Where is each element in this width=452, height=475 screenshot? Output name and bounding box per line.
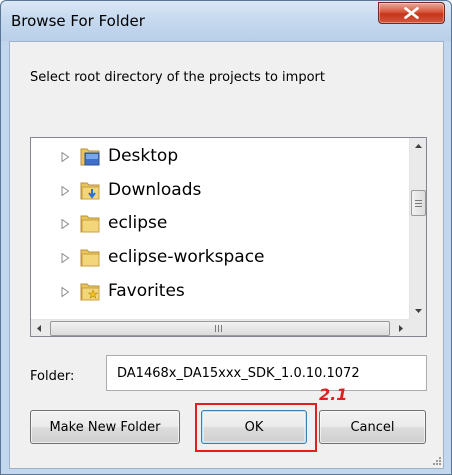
scroll-right-arrow-icon[interactable] bbox=[392, 320, 409, 337]
vertical-scrollbar[interactable] bbox=[409, 138, 426, 319]
scroll-up-arrow-icon[interactable] bbox=[410, 138, 427, 155]
make-new-folder-button[interactable]: Make New Folder bbox=[30, 410, 180, 444]
browse-for-folder-dialog: Browse For Folder Select root directory … bbox=[0, 0, 452, 475]
step-annotation-label: 2.1 bbox=[319, 385, 348, 404]
horizontal-scroll-thumb[interactable] bbox=[50, 321, 390, 336]
tree-item-favorites[interactable]: Favorites bbox=[31, 276, 409, 308]
folder-tree[interactable]: Desktop Downloads eclipse eclipse-worksp… bbox=[30, 137, 427, 337]
tree-item-label: eclipse bbox=[108, 213, 168, 233]
tree-item-label: eclipse-workspace bbox=[108, 247, 265, 267]
horizontal-scrollbar[interactable] bbox=[31, 319, 409, 336]
folder-icon bbox=[80, 249, 100, 267]
tree-item-label: Desktop bbox=[108, 146, 179, 166]
scroll-left-arrow-icon[interactable] bbox=[31, 320, 48, 337]
tree-item-desktop[interactable]: Desktop bbox=[31, 141, 409, 173]
expand-arrow-icon[interactable] bbox=[61, 219, 70, 229]
dialog-body: Select root directory of the projects to… bbox=[9, 41, 444, 469]
tree-item-downloads[interactable]: Downloads bbox=[31, 175, 409, 207]
tree-item-eclipse-workspace[interactable]: eclipse-workspace bbox=[31, 242, 409, 274]
folder-label: Folder: bbox=[30, 369, 75, 384]
expand-arrow-icon[interactable] bbox=[61, 186, 70, 196]
cancel-button[interactable]: Cancel bbox=[319, 410, 426, 444]
desktop-folder-icon bbox=[80, 148, 100, 166]
scroll-down-arrow-icon[interactable] bbox=[410, 302, 427, 319]
ok-button[interactable]: OK bbox=[201, 410, 307, 444]
close-icon bbox=[404, 7, 419, 19]
expand-arrow-icon[interactable] bbox=[61, 253, 70, 263]
vertical-scroll-thumb[interactable] bbox=[411, 190, 426, 216]
folder-tree-list: Desktop Downloads eclipse eclipse-worksp… bbox=[31, 138, 409, 319]
scrollbar-corner bbox=[409, 319, 426, 336]
window-title: Browse For Folder bbox=[11, 12, 145, 30]
folder-path-input[interactable] bbox=[106, 355, 427, 391]
favorites-folder-icon bbox=[80, 283, 100, 301]
instruction-text: Select root directory of the projects to… bbox=[30, 70, 325, 85]
resize-grip-icon[interactable] bbox=[432, 456, 442, 466]
downloads-folder-icon bbox=[80, 182, 100, 200]
expand-arrow-icon[interactable] bbox=[61, 287, 70, 297]
tree-item-eclipse[interactable]: eclipse bbox=[31, 208, 409, 240]
expand-arrow-icon[interactable] bbox=[61, 152, 70, 162]
close-button[interactable] bbox=[378, 2, 445, 24]
title-bar[interactable]: Browse For Folder bbox=[1, 1, 451, 41]
folder-icon bbox=[80, 215, 100, 233]
tree-item-label: Favorites bbox=[108, 281, 185, 301]
tree-item-label: Downloads bbox=[108, 180, 202, 200]
